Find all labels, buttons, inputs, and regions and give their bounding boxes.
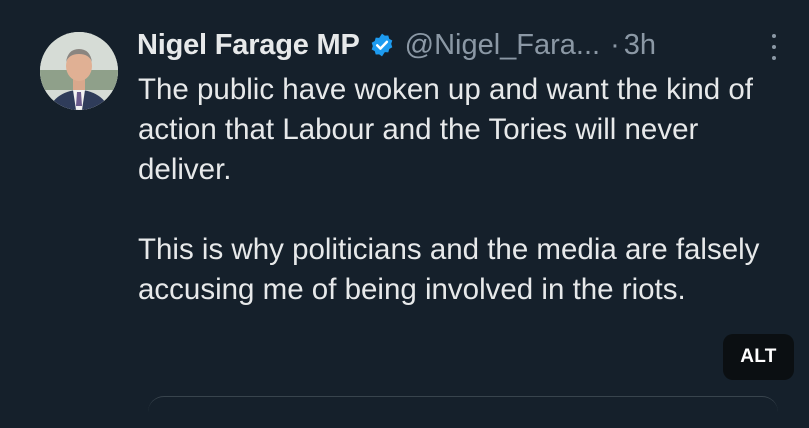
tweet-text: The public have woken up and want the ki… [138,70,798,310]
separator-dot: · [610,28,620,61]
user-handle[interactable]: @Nigel_Fara... [405,29,600,62]
timestamp[interactable]: 3h [624,29,656,62]
alt-text-badge[interactable]: ALT [723,334,794,380]
tweet-header: Nigel Farage MP @Nigel_Fara... · 3h [137,22,656,68]
tweet-paragraph: This is why politicians and the media ar… [138,233,760,306]
tweet-paragraph: The public have woken up and want the ki… [138,73,753,186]
avatar[interactable] [40,32,118,110]
more-options-icon[interactable] [766,34,782,60]
tweet-card[interactable]: Nigel Farage MP @Nigel_Fara... · 3h The … [0,0,809,428]
display-name[interactable]: Nigel Farage MP [137,29,360,62]
media-attachment[interactable] [148,396,778,427]
verified-badge-icon [369,32,395,58]
